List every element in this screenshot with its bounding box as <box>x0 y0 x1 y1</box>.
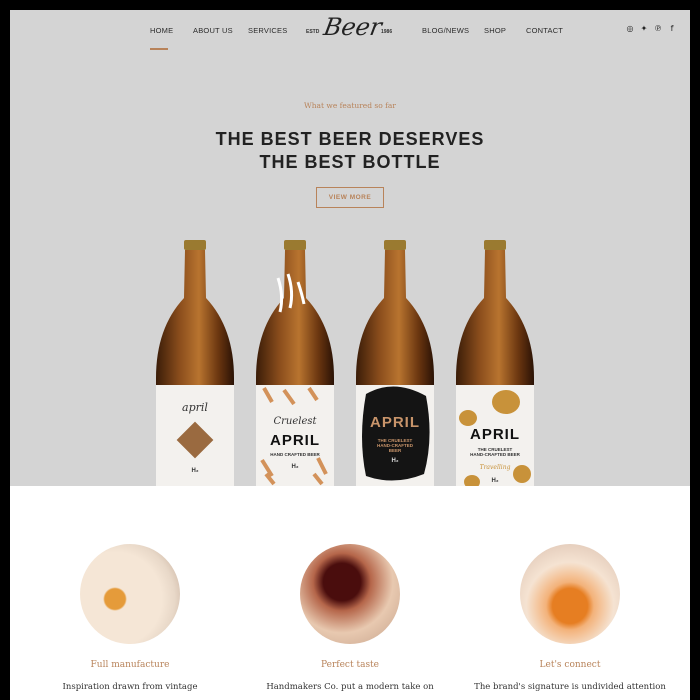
bottle-2-abv: H₂ <box>291 464 299 470</box>
hero-title-line1: THE BEST BEER DESERVES <box>215 129 485 149</box>
feature-text: Handmakers Co. put a modern take on <box>266 682 434 692</box>
bottle-1-abv: H₂ <box>191 468 199 474</box>
hero-eyebrow: What we featured so far <box>304 101 396 110</box>
logo-year: 1986 <box>381 29 393 35</box>
beer-logo[interactable]: ESTD Beer 1986 <box>306 13 396 47</box>
bottle-1: april H₂ <box>154 238 236 486</box>
bottle-4: APRIL THE CRUELEST HAND-CRAFTED BEER Tra… <box>454 238 536 486</box>
feature-text: Inspiration drawn from vintage <box>62 682 198 692</box>
bottle-1-shape <box>156 240 234 486</box>
bottle-4-abv: H₂ <box>491 478 499 484</box>
nav-contact[interactable]: CONTACT <box>526 26 563 35</box>
bottle-3-sub: THE CRUELEST HAND-CRAFTED BEER <box>377 438 413 453</box>
view-more-button[interactable]: VIEW MORE <box>316 187 384 208</box>
hero-title: THE BEST BEER DESERVES THE BEST BOTTLE <box>10 128 690 174</box>
instagram-icon[interactable]: ◎ <box>626 25 634 33</box>
bottle-4-script: Travelling <box>479 464 511 471</box>
logo-word: Beer <box>321 13 384 41</box>
bottle-4-sub: THE CRUELEST HAND-CRAFTED BEER <box>470 447 520 457</box>
main-nav: HOME ABOUT US SERVICES ESTD Beer 1986 BL… <box>10 10 690 50</box>
bottle-2-sub: HAND CRAFTED BEER <box>270 452 320 457</box>
nav-blog-news[interactable]: BLOG/NEWS <box>422 26 469 35</box>
logo-estd: ESTD <box>306 29 320 35</box>
bottle-3-brand: APRIL <box>370 414 420 431</box>
bottle-1-script: april <box>182 401 208 414</box>
nav-about-us[interactable]: ABOUT US <box>193 26 233 35</box>
bottle-3: APRIL THE CRUELEST HAND-CRAFTED BEER H₂ <box>354 238 436 486</box>
beer-foam-image <box>520 544 620 644</box>
bottle-3-abv: H₂ <box>391 458 399 464</box>
nav-shop[interactable]: SHOP <box>484 26 506 35</box>
feature-title: Perfect taste <box>321 660 379 670</box>
beer-foam-image <box>300 544 400 644</box>
page-frame: HOME ABOUT US SERVICES ESTD Beer 1986 BL… <box>10 10 690 700</box>
feature-text: The brand's signature is undivided atten… <box>474 682 666 692</box>
nav-home[interactable]: HOME <box>150 26 173 50</box>
hero-section: HOME ABOUT US SERVICES ESTD Beer 1986 BL… <box>10 10 690 486</box>
feature-title: Full manufacture <box>90 660 170 670</box>
hero-title-line2: THE BEST BOTTLE <box>259 152 441 172</box>
bottle-4-brand: APRIL <box>470 426 520 443</box>
bottle-2-script: Cruelest <box>273 416 317 427</box>
bottle-2-brand: APRIL <box>270 432 320 449</box>
bottle-2: Cruelest APRIL HAND CRAFTED BEER H₂ <box>254 238 336 486</box>
feature-title: Let's connect <box>539 660 601 670</box>
beer-foam-image <box>80 544 180 644</box>
pinterest-icon[interactable]: ℗ <box>654 25 662 33</box>
twitter-icon[interactable]: ✦ <box>640 25 648 33</box>
social-links: ◎ ✦ ℗ f <box>626 25 676 33</box>
nav-services[interactable]: SERVICES <box>248 26 287 35</box>
facebook-icon[interactable]: f <box>668 25 676 33</box>
